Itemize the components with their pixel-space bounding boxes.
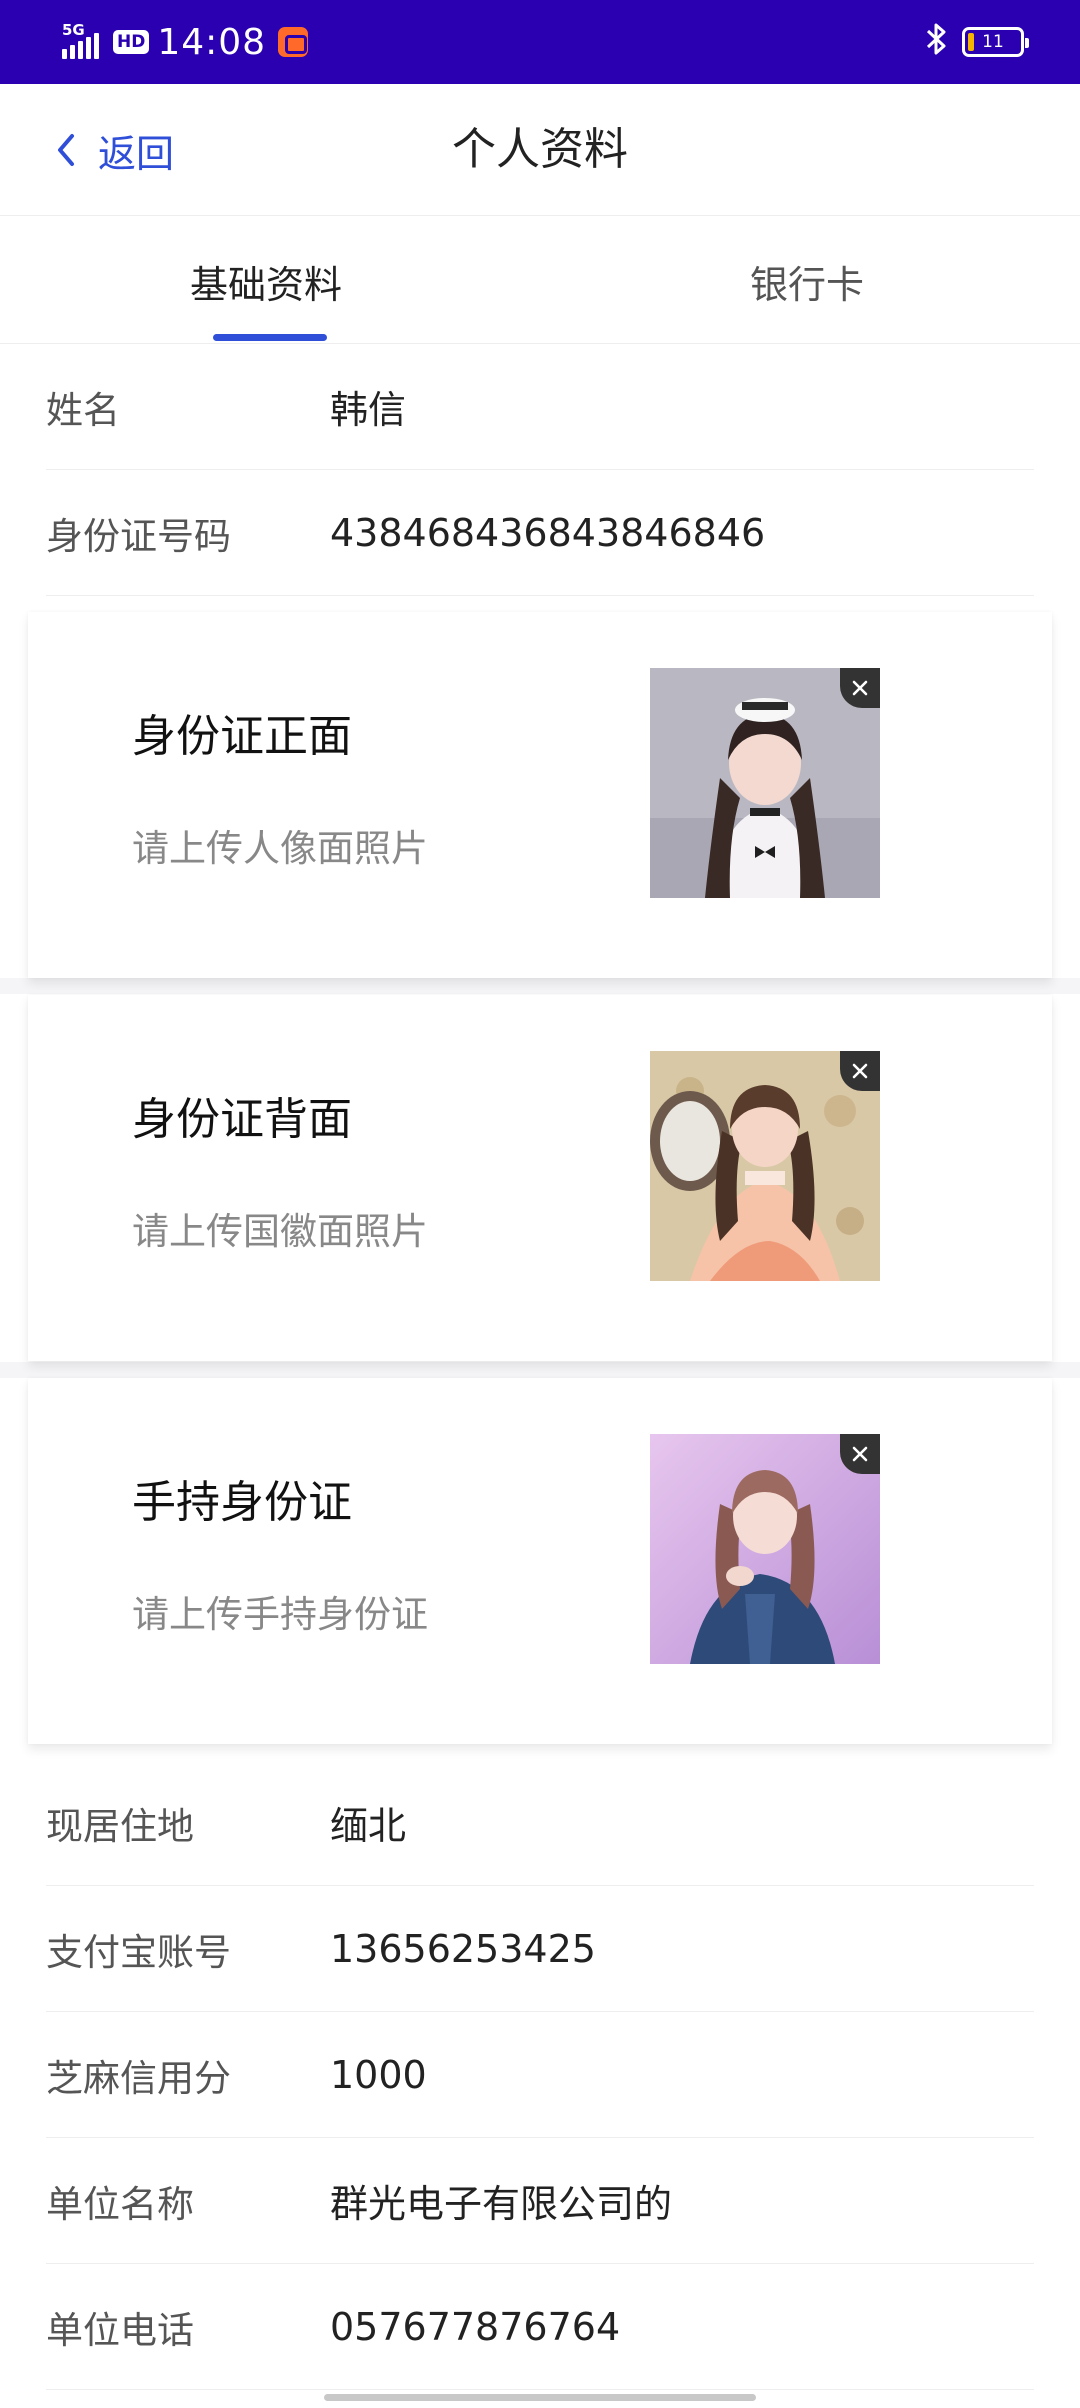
field-value: 438468436843846846 (330, 510, 766, 555)
field-row-company-name: 单位名称 群光电子有限公司的 (46, 2138, 1034, 2264)
upload-card-hint: 请上传国徽面照片 (132, 1210, 428, 1253)
field-label: 单位名称 (46, 2182, 194, 2226)
signal-icon: 5G (62, 21, 99, 59)
home-indicator[interactable] (324, 2394, 756, 2401)
clock: 14:08 (157, 21, 267, 63)
close-icon (852, 1063, 868, 1079)
field-row-alipay: 支付宝账号 13656253425 (46, 1886, 1034, 2012)
upload-card-title: 身份证背面 (132, 1094, 352, 1145)
card-divider (0, 978, 1080, 994)
status-bar: 5G HD 14:08 11 (0, 0, 1080, 84)
field-value: 13656253425 (330, 1926, 596, 1971)
network-type: 5G (62, 21, 85, 39)
close-icon (852, 680, 868, 696)
field-value: 缅北 (330, 1804, 407, 1848)
upload-card-title: 身份证正面 (132, 711, 352, 762)
field-label: 单位电话 (46, 2308, 194, 2352)
tab-bar: 基础资料 银行卡 (0, 216, 1080, 344)
status-right: 11 (924, 22, 1029, 62)
field-label: 姓名 (46, 388, 120, 432)
field-value: 韩信 (330, 388, 407, 432)
field-value: 群光电子有限公司的 (330, 2182, 673, 2226)
uploaded-photo[interactable] (650, 668, 880, 898)
nav-bar: 返回 个人资料 (0, 84, 1080, 216)
field-row-residence: 现居住地 缅北 (46, 1760, 1034, 1886)
close-icon (852, 1446, 868, 1462)
field-row-sesame-credit: 芝麻信用分 1000 (46, 2012, 1034, 2138)
page-title: 个人资料 (452, 124, 628, 175)
field-row-name: 姓名 韩信 (46, 344, 1034, 470)
battery-level: 11 (982, 32, 1004, 52)
upload-card-title: 手持身份证 (132, 1477, 352, 1528)
tab-active-indicator (213, 334, 327, 341)
upload-card-handheld-id: 手持身份证 请上传手持身份证 (28, 1378, 1052, 1744)
status-left: 5G HD 14:08 (62, 18, 309, 66)
notification-app-icon (278, 27, 309, 57)
field-label: 芝麻信用分 (46, 2056, 231, 2100)
field-label: 支付宝账号 (46, 1930, 231, 1974)
field-value: 1000 (330, 2052, 427, 2097)
field-row-id-number: 身份证号码 438468436843846846 (46, 470, 1034, 596)
field-value: 057677876764 (330, 2304, 621, 2349)
field-label: 现居住地 (46, 1804, 194, 1848)
uploaded-photo[interactable] (650, 1051, 880, 1281)
tab-bank-card[interactable]: 银行卡 (750, 254, 864, 309)
field-row-company-phone: 单位电话 057677876764 (46, 2264, 1034, 2390)
upload-card-id-front: 身份证正面 请上传人像面照片 (28, 612, 1052, 978)
upload-card-hint: 请上传手持身份证 (132, 1593, 428, 1636)
battery-icon: 11 (962, 27, 1029, 57)
card-divider (0, 1362, 1080, 1378)
uploaded-photo[interactable] (650, 1434, 880, 1664)
hd-badge: HD (113, 30, 150, 54)
upload-card-id-back: 身份证背面 请上传国徽面照片 (28, 995, 1052, 1361)
remove-photo-button[interactable] (840, 1434, 880, 1474)
remove-photo-button[interactable] (840, 668, 880, 708)
field-label: 身份证号码 (46, 514, 231, 558)
bluetooth-icon (924, 22, 950, 62)
tab-basic-info[interactable]: 基础资料 (190, 254, 342, 309)
upload-card-hint: 请上传人像面照片 (132, 827, 428, 870)
remove-photo-button[interactable] (840, 1051, 880, 1091)
